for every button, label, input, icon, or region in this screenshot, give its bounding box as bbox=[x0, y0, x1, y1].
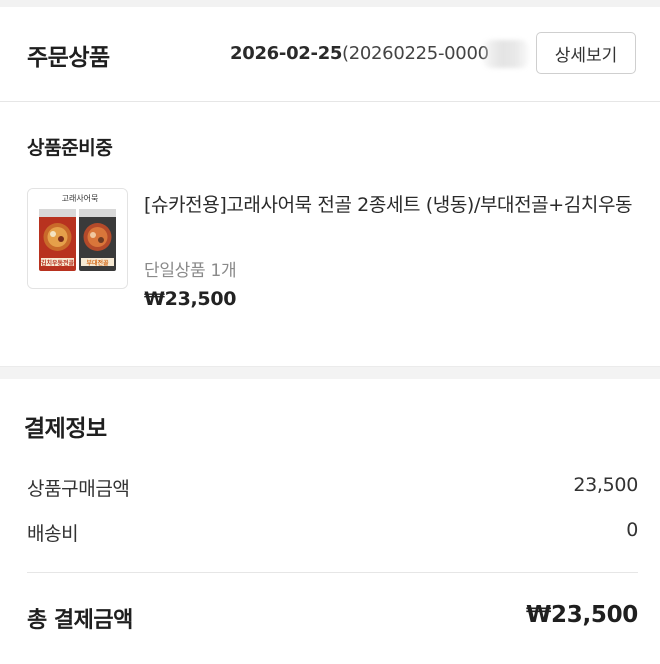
divider bbox=[27, 572, 638, 573]
total-payment-value: ₩23,500 bbox=[525, 602, 638, 628]
product-image: 고래사어묵 김치우동전골 부대전골 bbox=[28, 189, 127, 288]
product-option: 단일상품 1개 bbox=[144, 261, 237, 281]
pack-label-right: 부대전골 bbox=[86, 259, 109, 267]
view-detail-button[interactable]: 상세보기 bbox=[536, 32, 636, 74]
payment-row-value: 23,500 bbox=[573, 474, 638, 496]
payment-section-title: 결제정보 bbox=[24, 416, 107, 442]
payment-row-label: 상품구매금액 bbox=[27, 478, 130, 500]
payment-row-value: 0 bbox=[626, 519, 638, 541]
top-gap bbox=[0, 0, 660, 7]
order-section-title: 주문상품 bbox=[27, 45, 110, 71]
brand-logo: 고래사어묵 bbox=[62, 193, 99, 203]
order-status-label: 상품준비중 bbox=[27, 137, 113, 159]
product-name-link[interactable]: [슈카전용]고래사어묵 전골 2종세트 (냉동)/부대전골+김치우동 bbox=[144, 191, 644, 220]
payment-row-label: 배송비 bbox=[27, 523, 79, 545]
redacted-order-number bbox=[483, 40, 529, 68]
product-price: ₩23,500 bbox=[144, 288, 237, 310]
order-date: 2026-02-25 bbox=[230, 43, 343, 64]
total-payment-label: 총 결제금액 bbox=[27, 608, 133, 633]
section-separator bbox=[0, 366, 660, 379]
divider bbox=[0, 101, 660, 102]
order-number: (20260225-0000 bbox=[342, 43, 489, 64]
product-thumbnail[interactable]: 고래사어묵 김치우동전골 부대전골 bbox=[27, 188, 128, 289]
pack-label-left: 김치우동전골 bbox=[41, 259, 75, 267]
